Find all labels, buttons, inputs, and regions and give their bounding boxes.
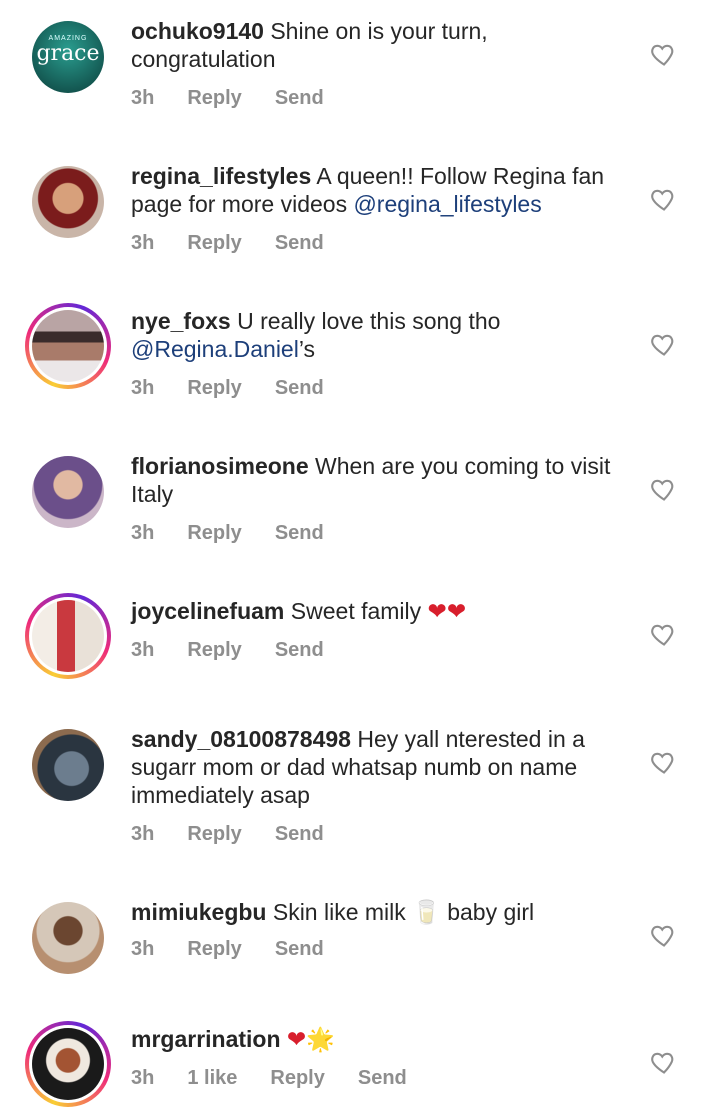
emoji-reaction: ❤🌟: [286, 1026, 335, 1052]
comment-meta: 3h 1 like Reply Send: [131, 1067, 440, 1090]
comment-username[interactable]: regina_lifestyles: [131, 163, 311, 189]
comment-username[interactable]: florianosimeone: [131, 453, 309, 479]
heart-outline-icon[interactable]: [650, 620, 678, 648]
comment-username[interactable]: joycelinefuam: [131, 598, 284, 624]
avatar-badge-text: grace: [36, 41, 100, 66]
avatar[interactable]: [25, 303, 111, 389]
send-button[interactable]: Send: [275, 87, 324, 110]
reply-button[interactable]: Reply: [270, 1067, 324, 1090]
send-button[interactable]: Send: [358, 1067, 407, 1090]
comment-time: 3h: [131, 377, 155, 399]
comment-body: Sweet family: [290, 598, 428, 624]
comment-body: Skin like milk: [272, 899, 413, 925]
comment-meta: 3h Reply Send: [131, 639, 357, 662]
comment-body-2: baby girl: [440, 899, 535, 925]
comment-username[interactable]: sandy_08100878498: [131, 726, 351, 752]
comment-time: 3h: [131, 522, 155, 544]
comment-text: mimiukegbu Skin like milk 🥛 baby girl: [131, 898, 631, 926]
comment-meta: 3h Reply Send: [131, 823, 357, 846]
heart-emoji: ❤❤: [427, 598, 467, 624]
avatar[interactable]: [25, 1021, 111, 1107]
comment-meta: 3h Reply Send: [131, 87, 357, 110]
comment-time: 3h: [131, 938, 155, 960]
comment-text: nye_foxs U really love this song tho @Re…: [131, 307, 631, 363]
heart-outline-icon[interactable]: [650, 1048, 678, 1076]
comment-time: 3h: [131, 232, 155, 254]
comment-username[interactable]: mimiukegbu: [131, 899, 266, 925]
reply-button[interactable]: Reply: [187, 232, 241, 255]
avatar[interactable]: [25, 593, 111, 679]
reply-button[interactable]: Reply: [187, 522, 241, 545]
comment-text: joycelinefuam Sweet family ❤❤: [131, 597, 631, 625]
heart-outline-icon[interactable]: [650, 40, 678, 68]
mention-link[interactable]: @Regina.Daniel: [131, 336, 299, 362]
comment-text: sandy_08100878498 Hey yall nterested in …: [131, 725, 631, 809]
comment-time: 3h: [131, 823, 155, 845]
comment-username[interactable]: mrgarrination: [131, 1026, 281, 1052]
heart-outline-icon[interactable]: [650, 185, 678, 213]
avatar[interactable]: [32, 456, 104, 528]
comment-body-suffix: ’s: [298, 336, 316, 362]
heart-outline-icon[interactable]: [650, 330, 678, 358]
avatar[interactable]: [32, 166, 104, 238]
avatar[interactable]: AMAZING grace: [32, 21, 104, 93]
comment-text: mrgarrination ❤🌟: [131, 1025, 631, 1053]
comment-text: florianosimeone When are you coming to v…: [131, 452, 631, 508]
send-button[interactable]: Send: [275, 938, 324, 961]
heart-outline-icon[interactable]: [650, 748, 678, 776]
comment-text: ochuko9140 Shine on is your turn, congra…: [131, 17, 631, 73]
comment-meta: 3h Reply Send: [131, 938, 357, 961]
comment-time: 3h: [131, 639, 155, 661]
comment-meta: 3h Reply Send: [131, 522, 357, 545]
comment-username[interactable]: nye_foxs: [131, 308, 231, 334]
comment-username[interactable]: ochuko9140: [131, 18, 264, 44]
comment-time: 3h: [131, 1067, 155, 1089]
reply-button[interactable]: Reply: [187, 87, 241, 110]
avatar[interactable]: [32, 902, 104, 974]
comment-meta: 3h Reply Send: [131, 232, 357, 255]
send-button[interactable]: Send: [275, 232, 324, 255]
mention-link[interactable]: @regina_lifestyles: [353, 191, 541, 217]
send-button[interactable]: Send: [275, 522, 324, 545]
milk-emoji: 🥛: [412, 899, 441, 925]
send-button[interactable]: Send: [275, 377, 324, 400]
reply-button[interactable]: Reply: [187, 938, 241, 961]
reply-button[interactable]: Reply: [187, 639, 241, 662]
avatar[interactable]: [32, 729, 104, 801]
likes-count[interactable]: 1 like: [187, 1067, 237, 1090]
reply-button[interactable]: Reply: [187, 823, 241, 846]
send-button[interactable]: Send: [275, 639, 324, 662]
heart-outline-icon[interactable]: [650, 921, 678, 949]
comment-text: regina_lifestyles A queen!! Follow Regin…: [131, 162, 631, 218]
comment-body: U really love this song tho: [237, 308, 501, 334]
reply-button[interactable]: Reply: [187, 377, 241, 400]
comment-time: 3h: [131, 87, 155, 109]
heart-outline-icon[interactable]: [650, 475, 678, 503]
send-button[interactable]: Send: [275, 823, 324, 846]
comment-meta: 3h Reply Send: [131, 377, 357, 400]
